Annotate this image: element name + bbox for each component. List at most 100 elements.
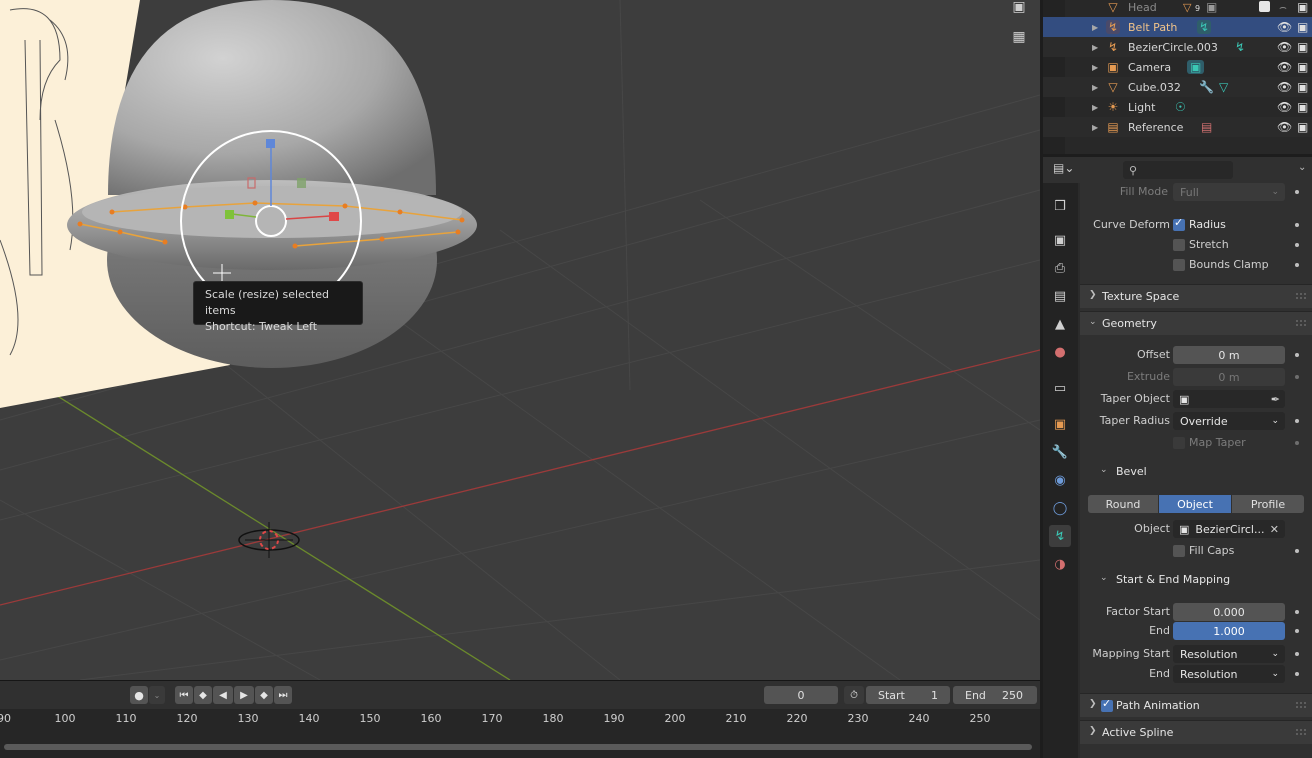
drag-grip-icon[interactable] bbox=[1296, 320, 1306, 326]
camera-toggle-icon[interactable]: ▣ bbox=[1297, 80, 1308, 94]
taper-object-field[interactable]: ▣ ✒ bbox=[1173, 390, 1285, 408]
factor-end-field[interactable]: 1.000 bbox=[1173, 622, 1285, 640]
keyframe-dot[interactable] bbox=[1295, 419, 1299, 423]
eye-icon[interactable]: 👁 bbox=[1277, 60, 1292, 74]
play-button[interactable]: ▶ bbox=[234, 686, 254, 704]
frame-ruler[interactable]: 90 100 110 120 130 140 150 160 170 180 1… bbox=[0, 709, 1040, 731]
keyframe-dot[interactable] bbox=[1295, 190, 1299, 194]
bevel-object-field[interactable]: ▣ BezierCircl... ✕ bbox=[1173, 520, 1285, 538]
mapping-end-dropdown[interactable]: Resolution ⌄ bbox=[1173, 665, 1285, 683]
object-tab-icon[interactable]: ▣ bbox=[1049, 413, 1071, 435]
current-frame-field[interactable]: 0 bbox=[764, 686, 838, 704]
collection-tab-icon[interactable]: ▭ bbox=[1049, 377, 1071, 399]
fill-caps-checkbox[interactable] bbox=[1173, 545, 1185, 557]
outliner-row-beziercircle[interactable]: ▶ ↯ BezierCircle.003 ↯ 👁 ▣ bbox=[1043, 37, 1312, 57]
particles-tab-icon[interactable]: ◉ bbox=[1049, 469, 1071, 491]
factor-start-field[interactable]: 0.000 bbox=[1173, 603, 1285, 621]
path-animation-panel-header[interactable]: ❯ Path Animation bbox=[1080, 693, 1312, 717]
camera-toggle-icon[interactable]: ▣ bbox=[1297, 100, 1308, 114]
world-tab-icon[interactable]: ● bbox=[1049, 341, 1071, 363]
timeline-scrollbar[interactable] bbox=[4, 744, 1032, 750]
outliner-row-camera[interactable]: ▶ ▣ Camera ▣ 👁 ▣ bbox=[1043, 57, 1312, 77]
keyframe-dot[interactable] bbox=[1295, 629, 1299, 633]
expand-arrow-icon[interactable]: ▶ bbox=[1092, 123, 1098, 132]
expand-arrow-icon[interactable]: ▶ bbox=[1092, 103, 1098, 112]
clear-icon[interactable]: ✕ bbox=[1270, 523, 1279, 536]
jump-end-button[interactable]: ⏭ bbox=[274, 686, 292, 704]
camera-toggle-icon[interactable]: ▣ bbox=[1297, 60, 1308, 74]
eye-icon[interactable]: 👁 bbox=[1277, 80, 1292, 94]
keying-dropdown-button[interactable]: ⌄ bbox=[149, 686, 165, 704]
tool-tab-icon[interactable]: ❒ bbox=[1049, 195, 1071, 217]
3d-viewport[interactable]: ▣ ▦ Scale (resize) selected items Shortc… bbox=[0, 0, 1040, 680]
keyframe-dot[interactable] bbox=[1295, 652, 1299, 656]
outliner-row-belt-path[interactable]: ▶ ↯ Belt Path ↯ 👁 ▣ bbox=[1043, 17, 1312, 37]
keying-dot-button[interactable]: ● bbox=[130, 686, 148, 704]
offset-field[interactable]: 0 m bbox=[1173, 346, 1285, 364]
render-tab-icon[interactable]: ▣ bbox=[1049, 229, 1071, 251]
mapping-start-dropdown[interactable]: Resolution ⌄ bbox=[1173, 645, 1285, 663]
eye-icon[interactable]: 👁 bbox=[1277, 100, 1292, 114]
taper-radius-dropdown[interactable]: Override ⌄ bbox=[1173, 412, 1285, 430]
eyedropper-icon[interactable]: ✒ bbox=[1271, 393, 1280, 406]
drag-grip-icon[interactable] bbox=[1296, 702, 1306, 708]
keyframe-dot[interactable] bbox=[1295, 223, 1299, 227]
expand-arrow-icon[interactable]: ▶ bbox=[1092, 43, 1098, 52]
bounds-clamp-checkbox[interactable] bbox=[1173, 259, 1185, 271]
radius-checkbox[interactable] bbox=[1173, 216, 1185, 231]
outliner[interactable]: ⋓ ▽ Head ▽ 9 ▣ ⌢ ▣ ▶ ↯ Belt Path ↯ 👁 ▣ ▶… bbox=[1043, 0, 1312, 154]
play-reverse-button[interactable]: ◀ bbox=[213, 686, 233, 704]
scene-tab-icon[interactable]: ▲ bbox=[1049, 313, 1071, 335]
mapping-panel-header[interactable]: ⌄ Start & End Mapping bbox=[1080, 568, 1312, 592]
keyframe-dot[interactable] bbox=[1295, 353, 1299, 357]
properties-search-input[interactable]: ⚲ bbox=[1123, 161, 1233, 179]
outliner-row-cube[interactable]: ▶ ▽ Cube.032 🔧 ▽ 👁 ▣ bbox=[1043, 77, 1312, 97]
bevel-mode-object[interactable]: Object bbox=[1159, 495, 1231, 513]
path-animation-checkbox[interactable] bbox=[1101, 697, 1113, 712]
camera-toggle-icon[interactable]: ▣ bbox=[1297, 40, 1308, 54]
fill-mode-dropdown[interactable]: Full ⌄ bbox=[1173, 183, 1285, 201]
keyframe-dot[interactable] bbox=[1295, 441, 1299, 445]
bevel-panel-header[interactable]: ⌄ Bevel bbox=[1080, 460, 1312, 484]
eye-icon[interactable]: 👁 bbox=[1277, 20, 1292, 34]
geometry-panel-header[interactable]: ⌄ Geometry bbox=[1080, 311, 1312, 335]
extrude-field[interactable]: 0 m bbox=[1173, 368, 1285, 386]
eye-icon[interactable]: 👁 bbox=[1277, 120, 1292, 134]
map-taper-checkbox[interactable] bbox=[1173, 437, 1185, 449]
stretch-checkbox[interactable] bbox=[1173, 239, 1185, 251]
bevel-mode-round[interactable]: Round bbox=[1088, 495, 1158, 513]
start-frame-field[interactable]: Start 1 bbox=[866, 686, 950, 704]
drag-grip-icon[interactable] bbox=[1296, 729, 1306, 735]
expand-arrow-icon[interactable]: ▶ bbox=[1092, 63, 1098, 72]
camera-view-icon[interactable]: ▣ bbox=[1008, 0, 1030, 18]
eye-icon[interactable]: ⌢ bbox=[1279, 0, 1287, 15]
outliner-row-head[interactable]: ▽ Head ▽ 9 ▣ ⌢ ▣ bbox=[1043, 0, 1312, 17]
material-tab-icon[interactable]: ◑ bbox=[1049, 553, 1071, 575]
curve-data-tab-icon[interactable]: ↯ bbox=[1049, 525, 1071, 547]
prev-keyframe-button[interactable]: ◆ bbox=[194, 686, 212, 704]
outliner-row-reference[interactable]: ▶ ▤ Reference ▤ 👁 ▣ bbox=[1043, 117, 1312, 137]
end-frame-field[interactable]: End 250 bbox=[953, 686, 1037, 704]
output-tab-icon[interactable]: ⎙ bbox=[1049, 257, 1071, 279]
keyframe-dot[interactable] bbox=[1295, 672, 1299, 676]
bevel-mode-profile[interactable]: Profile bbox=[1232, 495, 1304, 513]
expand-arrow-icon[interactable]: ▶ bbox=[1092, 23, 1098, 32]
options-dropdown-icon[interactable]: ⌄ bbox=[1298, 162, 1306, 173]
camera-toggle-icon[interactable]: ▣ bbox=[1297, 0, 1308, 14]
visibility-checkbox[interactable] bbox=[1259, 1, 1270, 12]
camera-toggle-icon[interactable]: ▣ bbox=[1297, 20, 1308, 34]
jump-start-button[interactable]: ⏮ bbox=[175, 686, 193, 704]
drag-grip-icon[interactable] bbox=[1296, 293, 1306, 299]
properties-editor[interactable]: ▤⌄ ⚲ ⌄ ❒ ▣ ⎙ ▤ ▲ ● ▭ ▣ 🔧 ◉ ◯ ↯ ◑ Fill Mo… bbox=[1043, 157, 1312, 758]
keyframe-dot[interactable] bbox=[1295, 375, 1299, 379]
stopwatch-icon[interactable]: ⏱ bbox=[844, 686, 864, 704]
timeline-editor[interactable]: ● ⌄ ⏮ ◆ ◀ ▶ ◆ ⏭ 0 ⏱ Start 1 End 250 90 1… bbox=[0, 680, 1040, 758]
eye-icon[interactable]: 👁 bbox=[1277, 40, 1292, 54]
active-spline-panel-header[interactable]: ❯ Active Spline bbox=[1080, 720, 1312, 744]
keyframe-dot[interactable] bbox=[1295, 263, 1299, 267]
keyframe-dot[interactable] bbox=[1295, 549, 1299, 553]
next-keyframe-button[interactable]: ◆ bbox=[255, 686, 273, 704]
physics-tab-icon[interactable]: ◯ bbox=[1049, 497, 1071, 519]
outliner-row-light[interactable]: ▶ ☀ Light ☉ 👁 ▣ bbox=[1043, 97, 1312, 117]
perspective-toggle-icon[interactable]: ▦ bbox=[1008, 26, 1030, 48]
